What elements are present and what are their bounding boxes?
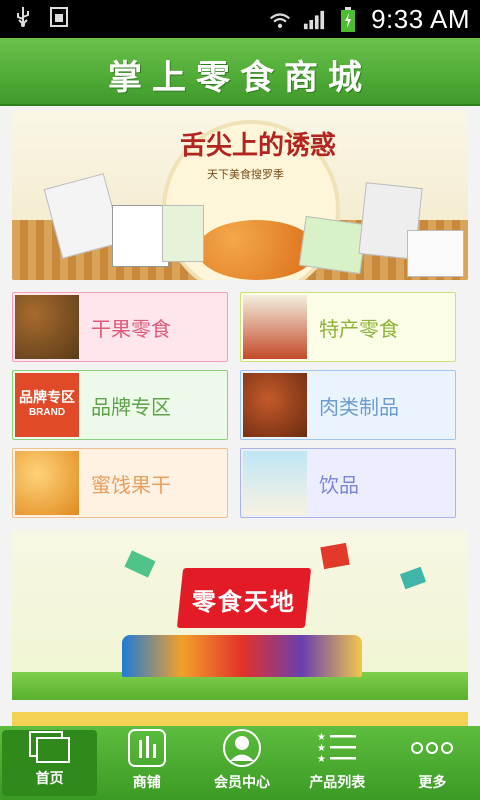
confetti-graphic [399, 566, 427, 590]
category-label: 干果零食 [91, 317, 171, 341]
tab-home[interactable]: 首页 [2, 730, 98, 796]
brand-thumb-text: 品牌专区 [19, 390, 75, 406]
clock: 9:33 AM [371, 4, 470, 34]
candied-fruit-thumb-icon [15, 451, 79, 515]
snack-pack-graphic [298, 215, 368, 275]
member-avatar-icon [222, 728, 262, 768]
snack-pack-graphic [112, 205, 169, 267]
banner-headline: 零食天地 [191, 587, 296, 616]
tab-label: 首页 [35, 771, 64, 787]
nuts-graphic [197, 220, 317, 280]
bottom-tab-bar: 首页 商铺 会员中心 ★ ★ ★ 产品列表 更多 [0, 726, 480, 800]
category-drinks[interactable]: 饮品 [240, 448, 456, 518]
tab-label: 产品列表 [309, 775, 366, 791]
app-header: 掌上零食商城 [0, 38, 480, 106]
jerky-thumb-icon [243, 295, 307, 359]
tab-label: 更多 [418, 775, 447, 791]
promo-banner-bottom[interactable]: 零食天地 [12, 530, 468, 700]
category-brand-zone[interactable]: 品牌专区 BRAND 品牌专区 [12, 370, 228, 440]
tab-member-center[interactable]: 会员中心 [194, 726, 289, 800]
banner-headline: 舌尖上的诱惑 [180, 131, 337, 161]
wifi-icon [269, 9, 291, 31]
product-list-icon: ★ ★ ★ [315, 728, 359, 768]
app-title: 掌上零食商城 [108, 58, 372, 98]
more-dots-icon [410, 728, 454, 768]
tab-label: 商铺 [132, 775, 161, 791]
battery-icon [337, 6, 359, 32]
brand-thumb-icon: 品牌专区 BRAND [15, 373, 79, 437]
category-label: 品牌专区 [91, 395, 171, 419]
svg-text:★: ★ [317, 754, 326, 765]
category-meat-products[interactable]: 肉类制品 [240, 370, 456, 440]
sim-card-icon [48, 6, 70, 28]
category-label: 饮品 [319, 473, 359, 497]
meat-thumb-icon [243, 373, 307, 437]
promo-banner-top[interactable]: 舌尖上的诱惑 天下美食搜罗季 [12, 110, 468, 280]
tab-shop[interactable]: 商铺 [99, 726, 194, 800]
drinks-thumb-icon [243, 451, 307, 515]
banner-sign: 零食天地 [176, 568, 312, 628]
category-label: 特产零食 [319, 317, 399, 341]
shop-chart-icon [127, 728, 167, 768]
usb-icon [12, 6, 34, 28]
confetti-graphic [320, 542, 350, 570]
banner-subline: 天下美食搜罗季 [207, 168, 284, 181]
signal-icon [303, 9, 325, 31]
brand-thumb-subtext: BRAND [28, 407, 66, 418]
nuts-thumb-icon [15, 295, 79, 359]
content-strip [12, 712, 468, 726]
snack-pack-graphic [407, 230, 464, 277]
snack-pack-graphic [162, 205, 204, 262]
category-label: 蜜饯果干 [91, 473, 171, 497]
tab-product-list[interactable]: ★ ★ ★ 产品列表 [290, 726, 385, 800]
svg-text:★: ★ [317, 743, 326, 754]
category-specialty-snacks[interactable]: 特产零食 [240, 292, 456, 362]
snack-pile-graphic [122, 635, 362, 677]
tab-more[interactable]: 更多 [385, 726, 480, 800]
confetti-graphic [124, 550, 156, 578]
tab-label: 会员中心 [214, 775, 270, 791]
home-window-icon [28, 730, 72, 764]
status-bar: 9:33 AM [0, 0, 480, 38]
category-label: 肉类制品 [319, 395, 399, 419]
category-candied-fruit[interactable]: 蜜饯果干 [12, 448, 228, 518]
svg-text:★: ★ [317, 732, 326, 743]
category-dried-fruit-snacks[interactable]: 干果零食 [12, 292, 228, 362]
